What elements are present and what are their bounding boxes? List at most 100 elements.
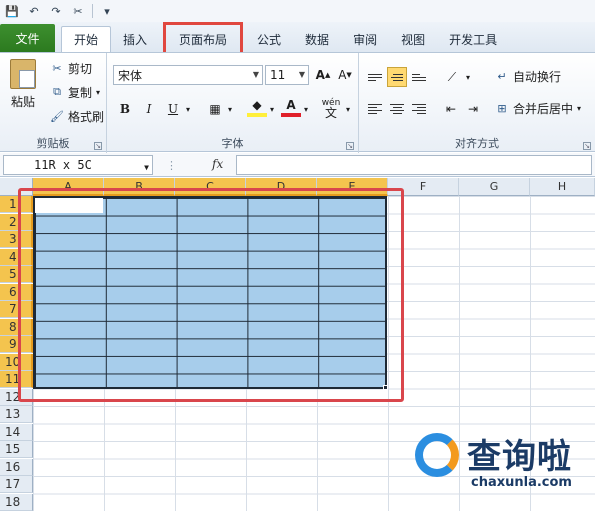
align-left-icon[interactable] — [365, 99, 385, 119]
row-header[interactable]: 15 — [0, 441, 33, 458]
copy-icon: ⧉ — [53, 85, 61, 98]
scissors-icon: ✂ — [52, 61, 62, 75]
font-size-value: 11 — [270, 68, 286, 82]
watermark: 查询啦 chaxunla.com — [415, 429, 585, 499]
tab-review[interactable]: 审阅 — [341, 26, 389, 52]
font-launcher-icon[interactable]: ↘ — [346, 142, 354, 150]
merge-center-label: 合并后居中 — [513, 101, 574, 116]
format-painter-button[interactable]: 🖌 格式刷 — [50, 107, 104, 125]
selection-highlight-box — [18, 188, 404, 402]
align-top-icon[interactable] — [365, 67, 385, 87]
shrink-font-button[interactable]: A ▼ — [335, 65, 355, 85]
name-box-value: 11R x 5C — [34, 158, 92, 172]
wrap-text-button[interactable]: ↵ 自动换行 — [495, 67, 561, 85]
tab-view[interactable]: 视图 — [389, 26, 437, 52]
align-center-icon[interactable] — [387, 99, 407, 119]
alignment-launcher-icon[interactable]: ↘ — [583, 142, 591, 150]
paste-button[interactable]: 粘贴 — [6, 59, 40, 121]
clipboard-group-label: 剪贴板 — [36, 137, 70, 150]
function-icon[interactable]: fx — [212, 157, 223, 171]
font-color-icon[interactable]: A — [281, 97, 301, 117]
font-group-label: 字体 — [221, 137, 244, 150]
paste-icon — [10, 59, 36, 89]
row-header[interactable]: 17 — [0, 476, 33, 493]
column-header-g[interactable]: G — [459, 178, 530, 196]
formula-input[interactable] — [236, 155, 592, 175]
watermark-title: 查询啦 — [467, 437, 572, 477]
alignment-group: ⟋ ▾ ⇤ ⇥ ↵ 自动换行 ⊞ 合并后居中 ▾ 对齐方式 ↘ — [359, 53, 595, 153]
formula-bar: 11R x 5C ▼ ⋮ fx — [0, 153, 595, 177]
orientation-icon[interactable]: ⟋ — [441, 67, 463, 87]
chevron-down-icon: ▼ — [252, 70, 259, 79]
decrease-indent-icon[interactable]: ⇤ — [441, 99, 461, 119]
watermark-url: chaxunla.com — [471, 475, 572, 490]
clipboard-launcher-icon[interactable]: ↘ — [94, 142, 102, 150]
tab-data[interactable]: 数据 — [293, 26, 341, 52]
row-header[interactable]: 13 — [0, 406, 33, 423]
tab-formulas[interactable]: 公式 — [245, 26, 293, 52]
wrap-text-label: 自动换行 — [513, 69, 562, 84]
copy-dropdown-icon[interactable]: ▾ — [96, 88, 100, 97]
column-header-h[interactable]: H — [530, 178, 595, 196]
align-right-icon[interactable] — [409, 99, 429, 119]
row-header[interactable]: 18 — [0, 493, 33, 511]
border-icon[interactable]: ▦ — [205, 99, 225, 119]
underline-button[interactable]: U — [163, 99, 183, 119]
fill-dropdown-icon[interactable]: ▾ — [267, 99, 277, 119]
chevron-down-icon[interactable]: ▼ — [144, 159, 149, 177]
format-painter-label: 格式刷 — [68, 109, 105, 124]
tab-file[interactable]: 文件 — [0, 24, 55, 52]
name-box[interactable]: 11R x 5C ▼ — [3, 155, 153, 175]
italic-button[interactable]: I — [139, 99, 159, 119]
phonetic-dropdown-icon[interactable]: ▾ — [343, 99, 353, 119]
quick-access-toolbar: 💾 ↶ ↷ ✂ ▾ — [0, 0, 595, 22]
tab-developer[interactable]: 开发工具 — [437, 26, 509, 52]
chevron-down-icon: ▼ — [298, 70, 305, 79]
font-color-dropdown-icon[interactable]: ▾ — [301, 99, 311, 119]
cut-button[interactable]: ✂ 剪切 — [50, 59, 92, 77]
font-group: 宋体 ▼ 11 ▼ A ▲ A ▼ B I U ▾ ▦ ▾ ◆ ▾ A ▾ wén … — [107, 53, 359, 153]
font-name-combo[interactable]: 宋体 ▼ — [113, 65, 263, 85]
fill-color-icon[interactable]: ◆ — [247, 97, 267, 117]
grow-font-button[interactable]: A ▲ — [313, 65, 333, 85]
excel-window: 💾 ↶ ↷ ✂ ▾ 文件 开始 插入 页面布局 公式 数据 审阅 视图 开发工具… — [0, 0, 595, 511]
customize-qat-icon[interactable]: ▾ — [99, 3, 115, 19]
copy-label: 复制 — [68, 85, 93, 100]
formula-bar-separator: ⋮ — [166, 159, 177, 172]
phonetic-char: 文 — [324, 106, 337, 120]
phonetic-icon[interactable]: wén 文 — [319, 95, 343, 121]
tab-home[interactable]: 开始 — [61, 26, 111, 52]
tab-page-layout[interactable]: 页面布局 — [163, 22, 244, 56]
orientation-dropdown-icon[interactable]: ▾ — [463, 67, 473, 87]
wrap-text-icon: ↵ — [497, 69, 507, 83]
font-name-value: 宋体 — [118, 68, 143, 83]
paste-label: 粘贴 — [10, 95, 35, 109]
merge-dropdown-icon[interactable]: ▾ — [577, 104, 581, 113]
cut-label: 剪切 — [68, 61, 93, 76]
tab-insert[interactable]: 插入 — [111, 26, 159, 52]
increase-indent-icon[interactable]: ⇥ — [463, 99, 483, 119]
watermark-logo-icon — [415, 433, 459, 477]
worksheet-grid: A B C D E F G H 1 2 3 4 5 6 7 8 9 10 11 … — [0, 178, 595, 511]
copy-button[interactable]: ⧉ 复制 ▾ — [50, 83, 100, 101]
ribbon: 粘贴 ✂ 剪切 ⧉ 复制 ▾ 🖌 格式刷 剪贴板 ↘ 宋体 ▼ 11 ▼ A ▲… — [0, 52, 595, 153]
clipboard-group: 粘贴 ✂ 剪切 ⧉ 复制 ▾ 🖌 格式刷 剪贴板 ↘ — [0, 53, 107, 153]
font-size-combo[interactable]: 11 ▼ — [265, 65, 309, 85]
border-dropdown-icon[interactable]: ▾ — [225, 99, 235, 119]
alignment-group-label: 对齐方式 — [455, 137, 499, 150]
tools-icon[interactable]: ✂ — [70, 3, 86, 19]
brush-icon: 🖌 — [50, 109, 64, 123]
row-header[interactable]: 16 — [0, 458, 33, 476]
undo-icon[interactable]: ↶ — [26, 3, 42, 19]
align-middle-icon[interactable] — [387, 67, 407, 87]
bold-button[interactable]: B — [115, 99, 135, 119]
underline-dropdown-icon[interactable]: ▾ — [183, 99, 193, 119]
redo-icon[interactable]: ↷ — [48, 3, 64, 19]
save-icon[interactable]: 💾 — [4, 3, 20, 19]
merge-icon: ⊞ — [497, 101, 507, 115]
qat-separator — [92, 4, 93, 18]
align-bottom-icon[interactable] — [409, 67, 429, 87]
row-header[interactable]: 14 — [0, 423, 33, 441]
merge-center-button[interactable]: ⊞ 合并后居中 ▾ — [495, 99, 581, 117]
ribbon-tabs: 文件 开始 插入 页面布局 公式 数据 审阅 视图 开发工具 — [0, 22, 595, 56]
